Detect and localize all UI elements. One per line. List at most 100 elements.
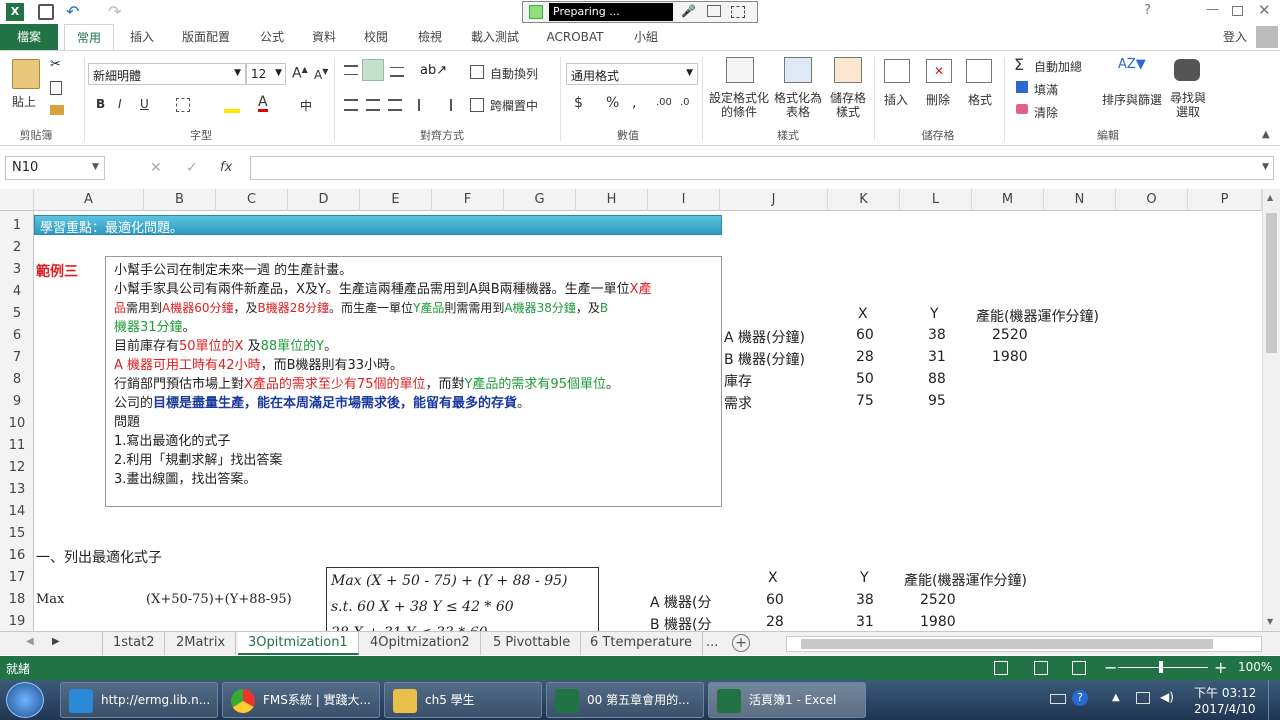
tab-insert[interactable]: 插入 [120,24,164,50]
fill-color-icon[interactable] [224,97,240,113]
minimize-icon[interactable]: — [1206,2,1219,17]
camera-off-icon[interactable] [707,5,721,17]
column-header[interactable]: H [576,189,648,211]
wrap-text-button[interactable]: 自動換列 [490,65,538,82]
sheet-tab[interactable]: 6 Ttemperature [580,632,704,655]
align-bottom-icon[interactable] [390,67,404,77]
row-header[interactable]: 7 [0,347,34,369]
scroll-thumb[interactable] [1266,213,1277,353]
row-header[interactable]: 16 [0,545,34,567]
zoom-in-icon[interactable]: + [1214,658,1227,677]
font-size-select[interactable]: 12 ▼ [246,63,286,85]
phonetic-icon[interactable]: 中 [300,97,312,114]
increase-decimal-icon[interactable]: .00 [656,97,672,108]
zoom-slider[interactable] [1118,661,1208,673]
zoom-slider-thumb[interactable] [1159,661,1163,673]
column-header[interactable]: M [972,189,1044,211]
orientation-icon[interactable]: ab↗ [420,63,447,78]
column-header[interactable]: A [34,189,144,211]
enter-icon[interactable]: ✓ [186,160,198,176]
collapse-ribbon-icon[interactable]: ▲ [1262,129,1270,140]
sign-in-link[interactable]: 登入 [1218,24,1252,50]
equation-box[interactable]: Max (X + 50 - 75) + (Y + 88 - 95) s.t. 6… [326,567,599,631]
increase-indent-icon[interactable] [438,99,452,111]
column-header[interactable]: F [432,189,504,211]
row-header[interactable]: 10 [0,413,34,435]
paste-icon[interactable] [12,59,40,89]
next-sheet-icon[interactable]: ▶ [52,636,60,647]
normal-view-icon[interactable] [994,661,1008,675]
keyboard-icon[interactable] [1050,694,1066,704]
row-header[interactable]: 6 [0,325,34,347]
cut-icon[interactable]: ✂ [50,57,61,72]
font-color-icon[interactable]: A [258,95,268,112]
hscroll-thumb[interactable] [801,639,1213,649]
shrink-font-icon[interactable]: A▼ [314,67,328,82]
row-header[interactable]: 18 [0,589,34,611]
column-header[interactable]: J [720,189,828,211]
chevron-down-icon[interactable]: ▼ [92,162,99,172]
problem-textbox[interactable]: 小幫手公司在制定未來一週 的生產計畫。 小幫手家具公司有兩件新產品，X及Y。生產… [105,256,722,507]
tab-acrobat[interactable]: ACROBAT [540,24,610,50]
zoom-out-icon[interactable]: − [1104,658,1117,677]
taskbar-item-chrome[interactable]: FMS系統 | 實踐大... [222,682,380,718]
row-header[interactable]: 4 [0,281,34,303]
scroll-up-icon[interactable]: ▲ [1267,193,1273,202]
taskbar-item-excel[interactable]: 00 第五章會用的... [546,682,704,718]
network-icon[interactable] [1136,692,1150,704]
tab-home[interactable]: 常用 [64,24,114,50]
autosum-button[interactable]: 自動加總 [1034,58,1082,75]
column-header[interactable]: I [648,189,720,211]
align-middle-icon[interactable] [362,59,384,81]
decrease-decimal-icon[interactable]: .0 [680,97,690,108]
recorder-widget[interactable]: Preparing ... 🎤 [522,1,758,23]
row-header[interactable]: 5 [0,303,34,325]
borders-icon[interactable] [176,98,190,112]
row-header[interactable]: 15 [0,523,34,545]
taskbar-item-folder[interactable]: ch5 學生 [384,682,542,718]
formula-input[interactable] [250,156,1274,180]
show-desktop-button[interactable] [1268,680,1280,720]
merge-center-button[interactable]: 跨欄置中 [490,97,538,114]
column-header[interactable]: P [1188,189,1262,211]
row-header[interactable]: 13 [0,479,34,501]
currency-icon[interactable]: $ [574,95,583,111]
grow-font-icon[interactable]: A▲ [292,65,308,82]
more-sheets-button[interactable]: ... [696,632,728,655]
format-cells-button[interactable]: 格式 [968,91,992,108]
start-button[interactable] [6,682,44,718]
taskbar-item-browser[interactable]: http://ermg.lib.n... [60,682,218,718]
row-header[interactable]: 2 [0,237,34,259]
find-select-button[interactable]: 尋找與選取 [1168,91,1208,119]
copy-icon[interactable] [50,81,62,95]
add-sheet-icon[interactable]: + [732,634,750,652]
save-icon[interactable] [38,4,54,20]
font-name-select[interactable]: 新細明體 ▼ [88,63,246,85]
align-right-icon[interactable] [388,99,402,111]
conditional-format-button[interactable]: 設定格式化的條件 [708,91,770,119]
scroll-down-icon[interactable]: ▼ [1267,617,1273,626]
page-layout-view-icon[interactable] [1034,661,1048,675]
help-tray-icon[interactable]: ? [1072,690,1088,706]
column-header[interactable]: L [900,189,972,211]
percent-icon[interactable]: % [606,95,619,111]
help-icon[interactable]: ? [1144,3,1151,18]
restore-icon[interactable] [1232,6,1243,16]
expand-formula-icon[interactable]: ▼ [1262,162,1269,172]
paste-button[interactable]: 貼上 [12,93,36,110]
microphone-icon[interactable]: 🎤 [681,4,696,18]
sheet-tab[interactable]: 2Matrix [166,632,237,655]
cell-styles-button[interactable]: 儲存格樣式 [826,91,870,119]
underline-icon[interactable]: U [140,97,149,111]
clear-button[interactable]: 清除 [1034,104,1058,121]
sheet-tab[interactable]: 1stat2 [102,632,166,655]
page-break-view-icon[interactable] [1072,661,1086,675]
insert-function-button[interactable]: fx [220,160,232,175]
select-all-corner[interactable] [0,189,34,211]
row-header[interactable]: 3 [0,259,34,281]
show-hidden-icons[interactable]: ▲ [1112,692,1120,703]
zoom-level[interactable]: 100% [1238,660,1272,674]
row-header[interactable]: 1 [0,215,34,237]
column-header[interactable]: E [360,189,432,211]
delete-cells-button[interactable]: 刪除 [926,91,950,108]
